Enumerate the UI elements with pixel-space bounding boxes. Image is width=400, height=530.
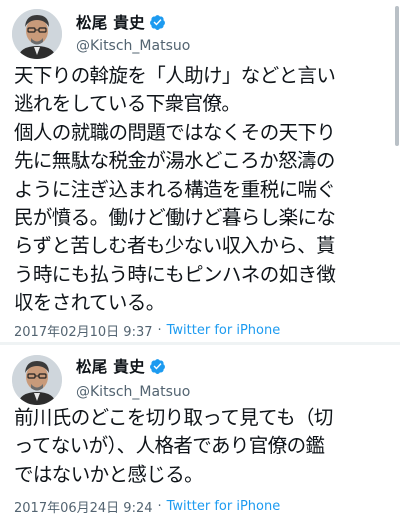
meta-separator: · <box>157 499 162 514</box>
author-display-name[interactable]: 松尾 貴史 <box>76 11 145 33</box>
avatar-photo-icon <box>12 9 62 59</box>
tweet-timestamp[interactable]: 2017年02月10日 9:37 <box>14 321 153 340</box>
author-handle[interactable]: @Kitsch_Matsuo <box>76 384 190 400</box>
tweet-text: 前川氏のどこを切り取って見ても（切 ってないが）、人格者であり官僚の鑑 ではない… <box>14 406 333 486</box>
scrollbar[interactable] <box>395 6 399 146</box>
tweet-source-link[interactable]: Twitter for iPhone <box>167 499 281 514</box>
avatar-photo-icon <box>12 355 62 405</box>
tweet-meta: 2017年06月24日 9:24 · Twitter for iPhone <box>14 497 280 516</box>
author-display-name[interactable]: 松尾 貴史 <box>76 355 145 377</box>
tweet-card[interactable]: 松尾 貴史 @Kitsch_Matsuo 前川氏のどこを切り取って見ても（切 っ… <box>0 345 400 530</box>
tweet-text: 天下りの斡旋を「人助け」などと言い 逃れをしている下衆官僚。 個人の就職の問題で… <box>14 64 336 315</box>
author-avatar[interactable] <box>12 9 62 59</box>
verified-badge-icon <box>149 14 165 30</box>
tweet-timestamp[interactable]: 2017年06月24日 9:24 <box>14 497 153 516</box>
author-handle[interactable]: @Kitsch_Matsuo <box>76 38 190 54</box>
author-avatar[interactable] <box>12 355 62 405</box>
meta-separator: · <box>157 323 162 338</box>
author-name-line[interactable]: 松尾 貴史 <box>76 355 166 377</box>
verified-badge-icon <box>149 358 165 374</box>
tweet-source-link[interactable]: Twitter for iPhone <box>167 323 281 338</box>
tweet-card[interactable]: 松尾 貴史 @Kitsch_Matsuo 天下りの斡旋を「人助け」などと言い 逃… <box>0 0 400 342</box>
author-name-line[interactable]: 松尾 貴史 <box>76 11 166 33</box>
tweet-meta: 2017年02月10日 9:37 · Twitter for iPhone <box>14 321 280 340</box>
